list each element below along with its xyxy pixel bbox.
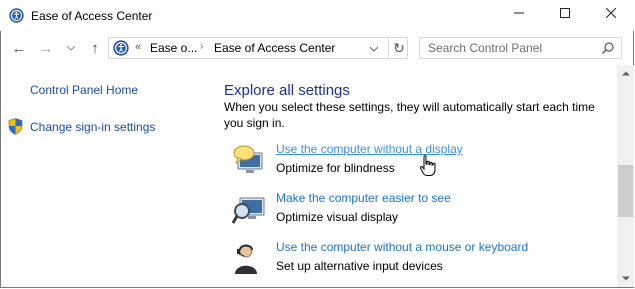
setting-item: Use the computer without a mouse or keyb… bbox=[232, 237, 612, 281]
recent-locations-button[interactable] bbox=[64, 39, 78, 57]
minimize-button[interactable] bbox=[496, 0, 542, 26]
item-subtext: Optimize visual display bbox=[276, 210, 399, 224]
address-overflow-icon[interactable]: « bbox=[135, 41, 141, 53]
scroll-up-button[interactable] bbox=[617, 65, 634, 82]
breadcrumb-ease-of-access[interactable]: Ease o... bbox=[150, 41, 197, 55]
window-title: Ease of Access Center bbox=[31, 9, 153, 23]
title-bar: Ease of Access Center bbox=[0, 0, 635, 31]
person-headset-icon bbox=[235, 244, 257, 274]
uac-shield-icon bbox=[8, 118, 23, 135]
back-button[interactable]: ← bbox=[10, 39, 28, 57]
scroll-down-button[interactable] bbox=[617, 270, 634, 287]
chevron-down-icon bbox=[67, 45, 75, 51]
control-panel-home-link[interactable]: Control Panel Home bbox=[30, 83, 138, 97]
minimize-icon bbox=[514, 12, 524, 14]
change-sign-in-settings-link[interactable]: Change sign-in settings bbox=[30, 120, 155, 134]
address-dropdown-button[interactable] bbox=[366, 41, 382, 57]
forward-button[interactable]: → bbox=[37, 39, 55, 57]
hand-cursor-icon bbox=[419, 155, 436, 176]
arrow-right-icon: → bbox=[38, 39, 54, 57]
address-bar[interactable]: « Ease o... › Ease of Access Center ↻ bbox=[108, 37, 408, 59]
arrow-up-icon: ↑ bbox=[91, 39, 99, 57]
magnifier-monitor-icon bbox=[232, 197, 265, 224]
navigation-bar: ← → ↑ « Ease o... › Ease of Access Cente… bbox=[0, 31, 635, 65]
vertical-scrollbar[interactable] bbox=[617, 65, 634, 287]
search-box[interactable]: Search Control Panel bbox=[419, 37, 622, 59]
arrow-left-icon: ← bbox=[11, 39, 27, 57]
close-icon bbox=[606, 8, 616, 18]
refresh-icon: ↻ bbox=[393, 39, 405, 56]
left-pane: Control Panel Home Change sign-in settin… bbox=[0, 65, 210, 287]
search-input[interactable]: Search Control Panel bbox=[428, 41, 542, 55]
ease-of-access-icon bbox=[9, 8, 24, 23]
up-button[interactable]: ↑ bbox=[86, 39, 104, 57]
breadcrumb-ease-of-access-center[interactable]: Ease of Access Center bbox=[214, 41, 335, 55]
page-description: When you select these settings, they wil… bbox=[224, 100, 595, 130]
chevron-up-icon bbox=[621, 71, 630, 76]
close-button[interactable] bbox=[588, 0, 634, 26]
breadcrumb-separator-icon[interactable]: › bbox=[200, 41, 203, 52]
main-content: Explore all settings When you select the… bbox=[210, 65, 617, 287]
page-heading: Explore all settings bbox=[224, 82, 350, 99]
ease-of-access-icon bbox=[113, 40, 129, 56]
maximize-icon bbox=[560, 8, 570, 18]
item-link-no-mouse-keyboard[interactable]: Use the computer without a mouse or keyb… bbox=[276, 240, 528, 254]
scroll-thumb[interactable] bbox=[618, 165, 633, 217]
item-subtext: Set up alternative input devices bbox=[276, 259, 443, 273]
item-subtext: Optimize for blindness bbox=[276, 161, 395, 175]
item-link-easier-to-see[interactable]: Make the computer easier to see bbox=[276, 191, 451, 205]
setting-item: Make the computer easier to see Optimize… bbox=[232, 188, 612, 232]
chevron-down-icon bbox=[370, 46, 378, 52]
chevron-down-icon bbox=[621, 276, 630, 281]
speech-bubble-monitor-icon bbox=[233, 145, 263, 173]
maximize-button[interactable] bbox=[542, 0, 588, 26]
search-icon[interactable] bbox=[601, 41, 615, 55]
refresh-button[interactable]: ↻ bbox=[388, 38, 409, 58]
item-link-no-display[interactable]: Use the computer without a display bbox=[276, 142, 463, 156]
